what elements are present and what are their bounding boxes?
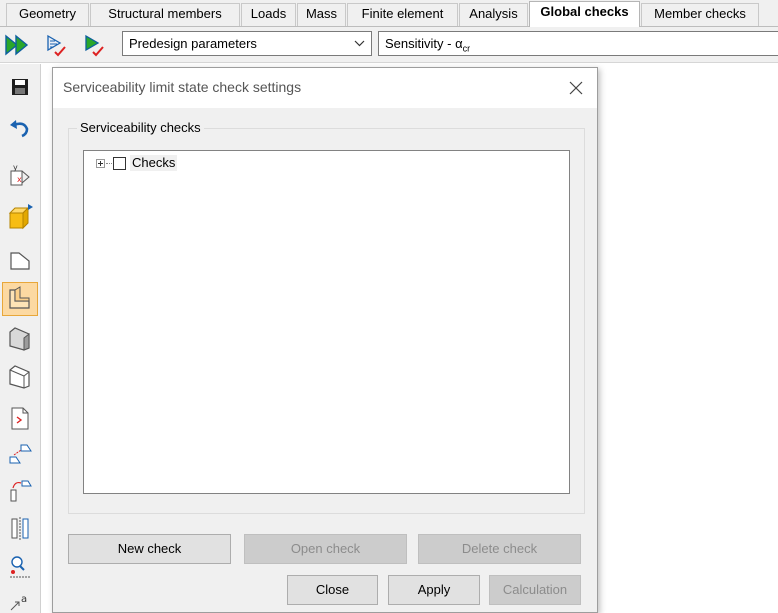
section-outline-icon[interactable] <box>2 244 38 278</box>
svg-text:x: x <box>17 175 22 184</box>
serviceability-checks-group: Serviceability checks Checks <box>68 120 585 514</box>
close-button[interactable]: Close <box>287 575 378 605</box>
undo-icon[interactable] <box>2 112 38 146</box>
dialog-title-bar: Serviceability limit state check setting… <box>53 68 597 108</box>
member-copy-icon[interactable] <box>2 438 38 472</box>
member-rotate-icon[interactable] <box>2 474 38 508</box>
sensitivity-label: Sensitivity - α <box>385 36 463 51</box>
calculation-button[interactable]: Calculation <box>489 575 581 605</box>
checks-tree[interactable]: Checks <box>83 150 570 494</box>
document-import-icon[interactable] <box>2 402 38 436</box>
tab-mass[interactable]: Mass <box>297 3 346 26</box>
left-toolbar: y x a <box>0 64 41 613</box>
tab-analysis[interactable]: Analysis <box>459 3 528 26</box>
tab-loads[interactable]: Loads <box>241 3 296 26</box>
toolbar: Predesign parameters Sensitivity - αcr <box>0 27 778 63</box>
sls-check-settings-dialog: Serviceability limit state check setting… <box>52 67 598 613</box>
tab-structural-members[interactable]: Structural members <box>90 3 240 26</box>
mirror-icon[interactable] <box>2 512 38 546</box>
tab-finite-element[interactable]: Finite element <box>347 3 458 26</box>
design-parameters-value: Predesign parameters <box>129 36 257 51</box>
delete-check-button[interactable]: Delete check <box>418 534 581 564</box>
node-coordinates-icon[interactable]: y x <box>2 158 38 192</box>
close-icon[interactable] <box>565 77 587 99</box>
tree-item-label: Checks <box>130 155 178 171</box>
open-check-button[interactable]: Open check <box>244 534 407 564</box>
node-search-icon[interactable] <box>2 550 38 584</box>
chevron-down-icon <box>353 32 365 55</box>
new-check-button[interactable]: New check <box>68 534 231 564</box>
expand-icon[interactable] <box>96 158 105 168</box>
sensitivity-field[interactable]: Sensitivity - αcr <box>378 31 778 56</box>
check-run-icon[interactable] <box>80 32 108 58</box>
group-label: Serviceability checks <box>77 120 204 135</box>
tab-global-checks[interactable]: Global checks <box>529 1 640 28</box>
section-open-icon[interactable] <box>2 360 38 394</box>
tab-member-checks[interactable]: Member checks <box>641 3 759 26</box>
save-icon[interactable] <box>2 70 38 104</box>
section-solid-icon[interactable] <box>2 322 38 356</box>
tab-bar: Geometry Structural members Loads Mass F… <box>0 0 778 28</box>
section-plate-icon[interactable] <box>2 282 38 316</box>
sensitivity-subscript: cr <box>462 43 471 54</box>
run-all-icon[interactable] <box>3 32 31 58</box>
tree-connector <box>106 162 112 164</box>
check-report-icon[interactable] <box>42 32 70 58</box>
cube-icon[interactable] <box>2 200 38 234</box>
tab-geometry[interactable]: Geometry <box>6 3 89 26</box>
svg-text:a: a <box>21 594 27 605</box>
checks-checkbox[interactable] <box>113 156 126 170</box>
dialog-title: Serviceability limit state check setting… <box>63 79 302 95</box>
tree-item-checks[interactable]: Checks <box>96 155 178 171</box>
design-parameters-dropdown[interactable]: Predesign parameters <box>122 31 372 56</box>
label-icon[interactable]: a <box>2 586 38 613</box>
svg-text:y: y <box>13 163 18 172</box>
apply-button[interactable]: Apply <box>388 575 480 605</box>
